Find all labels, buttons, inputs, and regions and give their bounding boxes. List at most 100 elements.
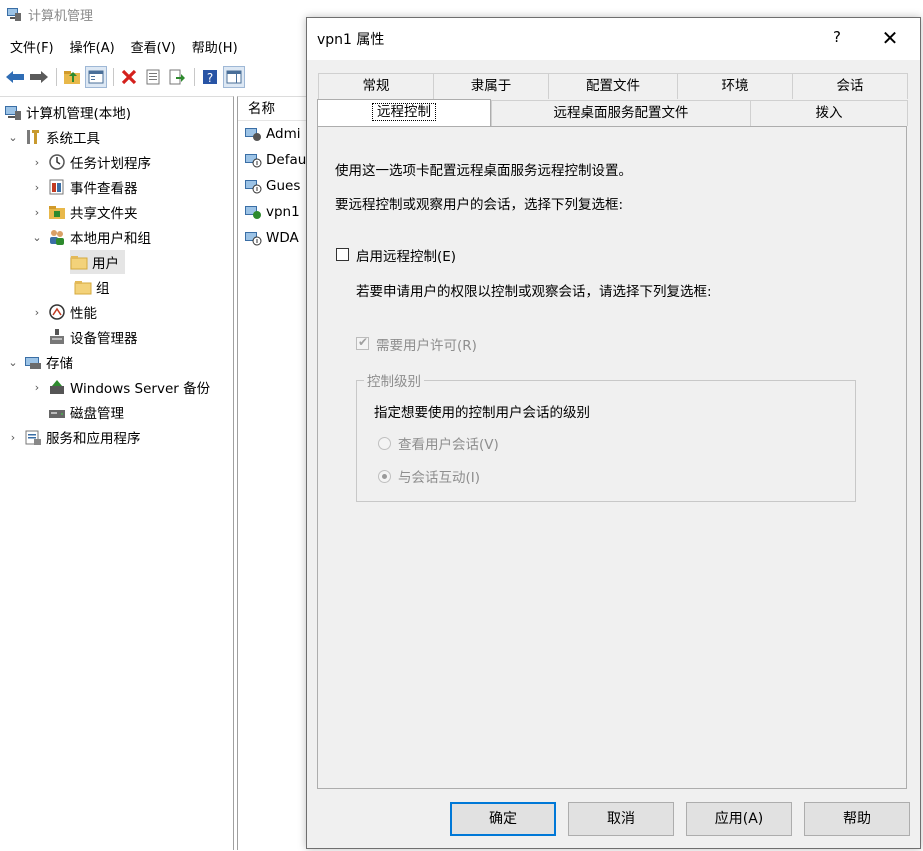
users-list-pane: 名称 Admi Defau Gues vpn1 WDA [237,96,307,850]
menu-bar: 文件(F) 操作(A) 查看(V) 帮助(H) [0,34,320,58]
list-item[interactable]: Defau [238,147,307,173]
help-button[interactable]: 帮助 [804,802,910,836]
tab-environment[interactable]: 环境 [677,73,793,99]
event-viewer-icon [48,178,66,196]
device-manager-icon [48,328,66,346]
tree-node-device-manager[interactable]: 设备管理器 [48,325,138,349]
tree-label: 共享文件夹 [70,206,138,222]
back-arrow-icon[interactable] [4,66,26,88]
user-name: Gues [266,178,301,194]
checkmark-icon: ✔ [358,335,369,349]
action-pane-icon[interactable] [223,66,245,88]
chevron-down-icon[interactable]: ⌄ [6,130,20,144]
list-item[interactable]: vpn1 [238,199,307,225]
tree-node-root[interactable]: 计算机管理(本地) [4,100,131,124]
chevron-right-icon[interactable]: › [30,155,44,169]
enable-remote-control-checkbox[interactable] [336,248,349,261]
tree-label: 磁盘管理 [70,406,124,422]
toolbar-separator [56,68,57,86]
tab-general[interactable]: 常规 [318,73,434,99]
tab-label: 会话 [836,78,864,94]
tree-node-performance[interactable]: › 性能 [30,300,97,324]
tree-node-windows-server-backup[interactable]: › Windows Server 备份 [30,375,210,399]
user-name: Defau [266,152,307,168]
tree-node-groups[interactable]: 组 [74,275,110,299]
tree-label: 性能 [70,306,97,322]
menu-action[interactable]: 操作(A) [60,37,121,56]
properties-icon[interactable] [142,66,164,88]
user-name: Admi [266,126,301,142]
menu-view[interactable]: 查看(V) [121,37,182,56]
show-hide-tree-icon[interactable] [85,66,107,88]
enable-remote-control-label[interactable]: 启用远程控制(E) [356,245,456,265]
services-icon [24,428,42,446]
tree-node-services-apps[interactable]: › 服务和应用程序 [6,425,141,449]
tree-node-shared-folders[interactable]: › 共享文件夹 [30,200,138,224]
tree-label: 组 [96,281,110,297]
export-list-icon[interactable] [166,66,188,88]
up-folder-icon[interactable] [61,66,83,88]
tab-label: 常规 [362,78,390,94]
help-question-icon[interactable]: ? [825,28,849,50]
tree-node-storage[interactable]: ⌄ 存储 [6,350,73,374]
control-level-description: 指定想要使用的控制用户会话的级别 [374,405,590,421]
user-icon [244,125,262,143]
chevron-right-icon[interactable]: › [30,380,44,394]
tree-node-disk-management[interactable]: 磁盘管理 [48,400,124,424]
tab-rds-profile[interactable]: 远程桌面服务配置文件 [491,100,751,126]
forward-arrow-icon[interactable] [28,66,50,88]
tree-label: Windows Server 备份 [70,381,211,397]
tree-node-local-users-groups[interactable]: ⌄ 本地用户和组 [30,225,151,249]
tab-label: 拨入 [815,105,843,121]
console-tree: 计算机管理(本地) ⌄ 系统工具 › 任务计划程序 › 事件查看器 › 共享文件… [0,96,234,850]
users-group-icon [48,228,66,246]
computer-management-icon [4,103,22,121]
list-item[interactable]: WDA [238,225,307,251]
view-session-radio[interactable] [378,437,391,450]
tree-label: 用户 [92,256,119,272]
tree-node-users[interactable]: 用户 [70,250,125,274]
permission-note: 若要申请用户的权限以控制或观察会话，请选择下列复选框: [356,284,712,300]
tab-dial-in[interactable]: 拨入 [750,100,908,126]
chevron-down-icon[interactable]: ⌄ [30,230,44,244]
require-permission-label[interactable]: 需要用户许可(R) [376,334,477,354]
require-permission-checkbox[interactable]: ✔ [356,335,369,350]
tab-remote-control[interactable]: 远程控制 [317,99,491,126]
list-item[interactable]: Gues [238,173,307,199]
disk-icon [48,403,66,421]
chevron-right-icon[interactable]: › [30,180,44,194]
chevron-right-icon[interactable]: › [6,430,20,444]
remote-control-page: 使用这一选项卡配置远程桌面服务远程控制设置。 要远程控制或观察用户的会话，选择下… [317,126,907,789]
user-properties-dialog: vpn1 属性 ? ✕ 常规 隶属于 配置文件 环境 会话 远程控制 远程桌面服… [306,17,921,849]
tree-node-event-viewer[interactable]: › 事件查看器 [30,175,138,199]
chevron-right-icon[interactable]: › [30,305,44,319]
interact-session-radio[interactable] [378,470,391,483]
delete-icon[interactable] [118,66,140,88]
apply-button[interactable]: 应用(A) [686,802,792,836]
tab-profile[interactable]: 配置文件 [548,73,678,99]
dialog-title: vpn1 属性 [317,32,385,48]
close-icon[interactable]: ✕ [875,26,905,52]
dialog-titlebar[interactable]: vpn1 属性 ? ✕ [307,18,920,60]
menu-help[interactable]: 帮助(H) [182,37,244,56]
list-item[interactable]: Admi [238,121,307,147]
tree-label: 计算机管理(本地) [26,106,132,122]
tab-member-of[interactable]: 隶属于 [433,73,549,99]
chevron-down-icon[interactable]: ⌄ [6,355,20,369]
tree-label: 设备管理器 [70,331,138,347]
tab-label: 环境 [721,78,749,94]
instruction-text: 要远程控制或观察用户的会话，选择下列复选框: [335,197,624,213]
main-window-title: 计算机管理 [28,8,94,24]
tree-node-task-scheduler[interactable]: › 任务计划程序 [30,150,151,174]
menu-file[interactable]: 文件(F) [0,37,60,56]
chevron-right-icon[interactable]: › [30,205,44,219]
backup-icon [48,378,66,396]
tree-node-system-tools[interactable]: ⌄ 系统工具 [6,125,100,149]
view-session-label[interactable]: 查看用户会话(V) [398,433,499,453]
ok-button[interactable]: 确定 [450,802,556,836]
interact-session-label[interactable]: 与会话互动(I) [398,466,480,486]
column-header-name[interactable]: 名称 [238,97,307,121]
cancel-button[interactable]: 取消 [568,802,674,836]
tab-sessions[interactable]: 会话 [792,73,908,99]
help-icon[interactable]: ? [199,66,221,88]
